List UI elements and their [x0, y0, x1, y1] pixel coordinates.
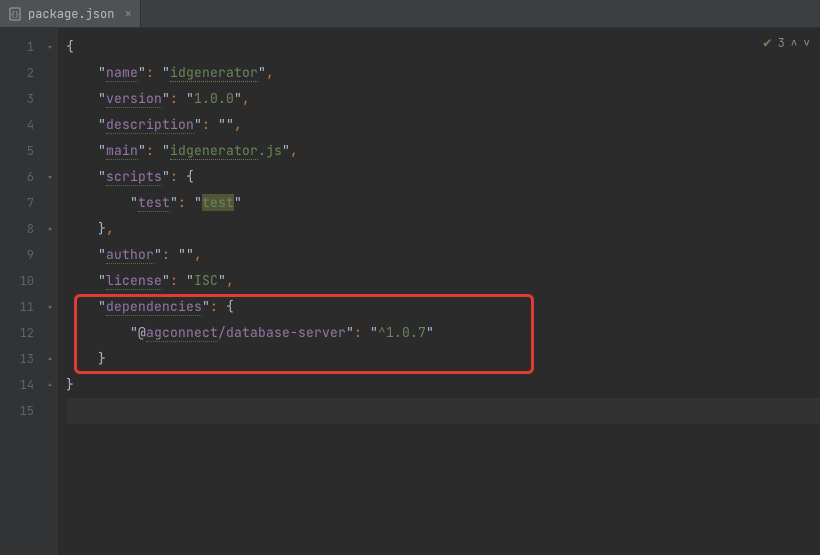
- code-line[interactable]: "author": "",: [66, 242, 820, 268]
- line-number[interactable]: 6: [0, 164, 34, 190]
- line-number[interactable]: 11: [0, 294, 34, 320]
- line-number[interactable]: 7: [0, 190, 34, 216]
- json-file-icon: {}: [8, 7, 22, 21]
- line-number[interactable]: 2: [0, 60, 34, 86]
- svg-text:{}: {}: [11, 11, 19, 20]
- line-number[interactable]: 4: [0, 112, 34, 138]
- code-line[interactable]: "version": "1.0.0",: [66, 86, 820, 112]
- code-line[interactable]: "name": "idgenerator",: [66, 60, 820, 86]
- code-line[interactable]: "description": "",: [66, 112, 820, 138]
- line-number-gutter: 1 2 3 4 5 6 7 8 9 10 11 12 13 14 15: [0, 28, 42, 555]
- fold-open-icon[interactable]: [42, 164, 58, 190]
- fold-open-icon[interactable]: [42, 34, 58, 60]
- line-number[interactable]: 8: [0, 216, 34, 242]
- code-line[interactable]: [66, 398, 820, 424]
- code-line[interactable]: }: [66, 346, 820, 372]
- chevron-down-icon[interactable]: ∨: [803, 36, 810, 50]
- fold-open-icon[interactable]: [42, 294, 58, 320]
- line-number[interactable]: 12: [0, 320, 34, 346]
- code-area[interactable]: ✔ 3 ∧ ∨ { "name": "idgenerator", "versio…: [58, 28, 820, 555]
- inspections-widget[interactable]: ✔ 3 ∧ ∨: [763, 34, 810, 52]
- code-line[interactable]: }: [66, 372, 820, 398]
- code-line[interactable]: "dependencies": {: [66, 294, 820, 320]
- close-icon[interactable]: ×: [124, 5, 132, 22]
- line-number[interactable]: 3: [0, 86, 34, 112]
- line-number[interactable]: 1: [0, 34, 34, 60]
- code-line[interactable]: "test": "test": [66, 190, 820, 216]
- tab-bar: {} package.json ×: [0, 0, 820, 28]
- line-number[interactable]: 15: [0, 398, 34, 424]
- code-line[interactable]: "main": "idgenerator.js",: [66, 138, 820, 164]
- fold-close-icon[interactable]: [42, 346, 58, 372]
- code-line[interactable]: "license": "ISC",: [66, 268, 820, 294]
- tab-filename: package.json: [28, 6, 114, 22]
- code-line[interactable]: },: [66, 216, 820, 242]
- fold-close-icon[interactable]: [42, 216, 58, 242]
- line-number[interactable]: 5: [0, 138, 34, 164]
- editor: 1 2 3 4 5 6 7 8 9 10 11 12 13 14 15 ✔ 3: [0, 28, 820, 555]
- line-number[interactable]: 14: [0, 372, 34, 398]
- code-line[interactable]: {: [66, 34, 820, 60]
- line-number[interactable]: 9: [0, 242, 34, 268]
- code-line[interactable]: "@agconnect/database-server": "^1.0.7": [66, 320, 820, 346]
- chevron-up-icon[interactable]: ∧: [791, 36, 798, 50]
- fold-gutter: [42, 28, 58, 555]
- line-number[interactable]: 13: [0, 346, 34, 372]
- check-icon: ✔: [763, 34, 771, 52]
- fold-close-icon[interactable]: [42, 372, 58, 398]
- code-line[interactable]: "scripts": {: [66, 164, 820, 190]
- file-tab[interactable]: {} package.json ×: [0, 0, 141, 27]
- inspections-count: 3: [778, 35, 785, 51]
- line-number[interactable]: 10: [0, 268, 34, 294]
